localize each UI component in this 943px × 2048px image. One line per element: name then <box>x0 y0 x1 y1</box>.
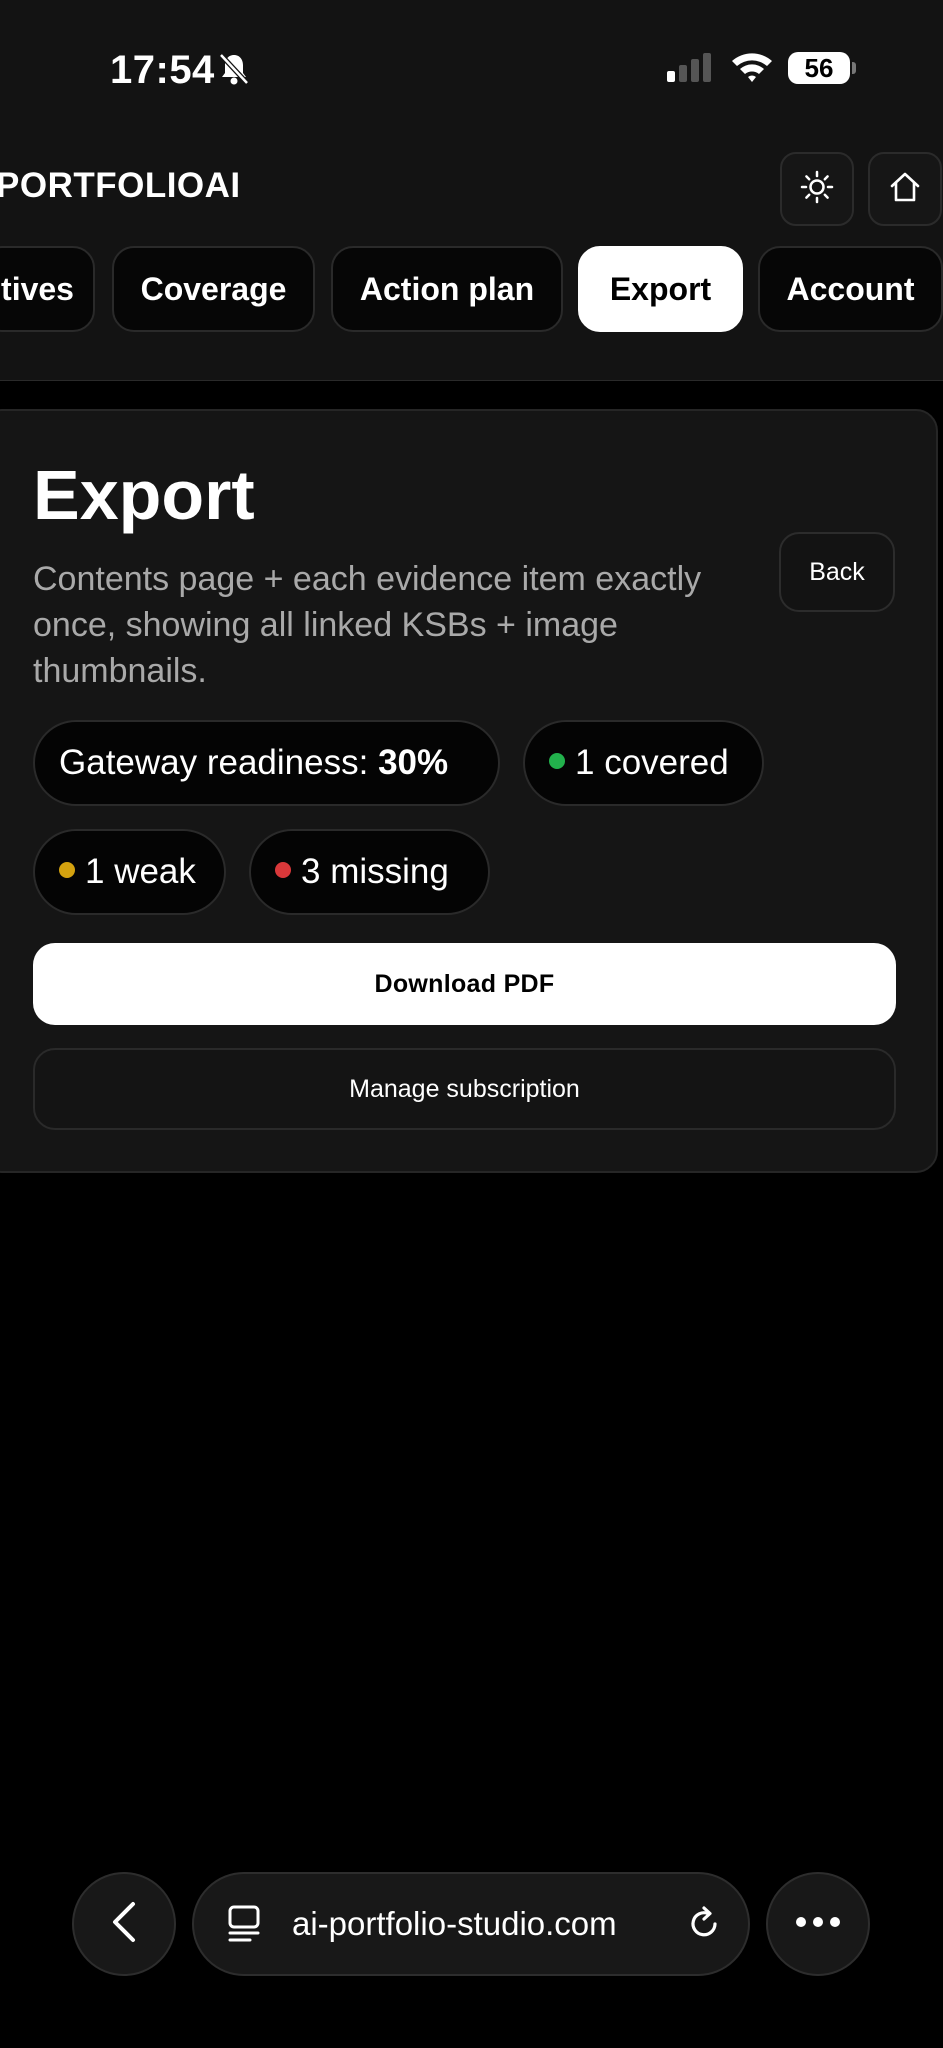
covered-count: 1 covered <box>575 743 729 782</box>
page-title: Export <box>33 456 255 534</box>
browser-back-button[interactable] <box>72 1872 176 1976</box>
brand-logo-text: PORTFOLIOAI <box>0 166 241 205</box>
top-bar: 17:54 56 PORTFOLIOAI tives Coverage Acti… <box>0 0 943 380</box>
more-icon <box>794 1915 842 1934</box>
back-chevron-icon <box>109 1900 139 1949</box>
status-time: 17:54 <box>110 48 215 92</box>
readiness-label: Gateway readiness: <box>59 743 369 782</box>
home-button[interactable] <box>868 152 942 226</box>
export-description: Contents page + each evidence item exact… <box>33 560 702 690</box>
tab-objectives[interactable]: tives <box>0 246 95 332</box>
battery-icon: 56 <box>788 52 850 84</box>
reload-icon[interactable] <box>684 1904 724 1949</box>
wifi-icon <box>730 50 774 89</box>
tab-action-plan[interactable]: Action plan <box>331 246 563 332</box>
tab-account[interactable]: Account <box>758 246 943 332</box>
covered-badge: 1 covered <box>523 720 764 806</box>
readiness-badge: Gateway readiness: 30% <box>33 720 500 806</box>
more-options-button[interactable] <box>766 1872 870 1976</box>
theme-toggle-button[interactable] <box>780 152 854 226</box>
weak-badge: 1 weak <box>33 829 226 915</box>
weak-status-dot <box>59 861 75 878</box>
tabs-row: tives Coverage Action plan Export Accoun… <box>0 246 943 332</box>
missing-status-dot <box>275 861 291 878</box>
manage-subscription-button[interactable]: Manage subscription <box>33 1048 896 1130</box>
tab-coverage[interactable]: Coverage <box>112 246 315 332</box>
missing-badge: 3 missing <box>249 829 490 915</box>
sun-icon <box>800 170 834 209</box>
weak-count: 1 weak <box>85 852 196 891</box>
back-button[interactable]: Back <box>779 532 895 612</box>
cellular-signal-icon <box>666 52 714 87</box>
tab-export[interactable]: Export <box>578 246 743 332</box>
tabs-icon <box>226 1904 264 1949</box>
readiness-value: 30% <box>378 743 449 782</box>
download-pdf-button[interactable]: Download PDF <box>33 943 896 1025</box>
header-divider <box>0 380 943 381</box>
battery-nub <box>852 62 856 74</box>
address-bar[interactable]: ai-portfolio-studio.com <box>192 1872 750 1976</box>
missing-count: 3 missing <box>301 852 449 891</box>
bell-slash-icon <box>218 52 250 91</box>
covered-status-dot <box>549 752 565 769</box>
url-text: ai-portfolio-studio.com <box>292 1905 617 1942</box>
home-icon <box>888 170 922 209</box>
